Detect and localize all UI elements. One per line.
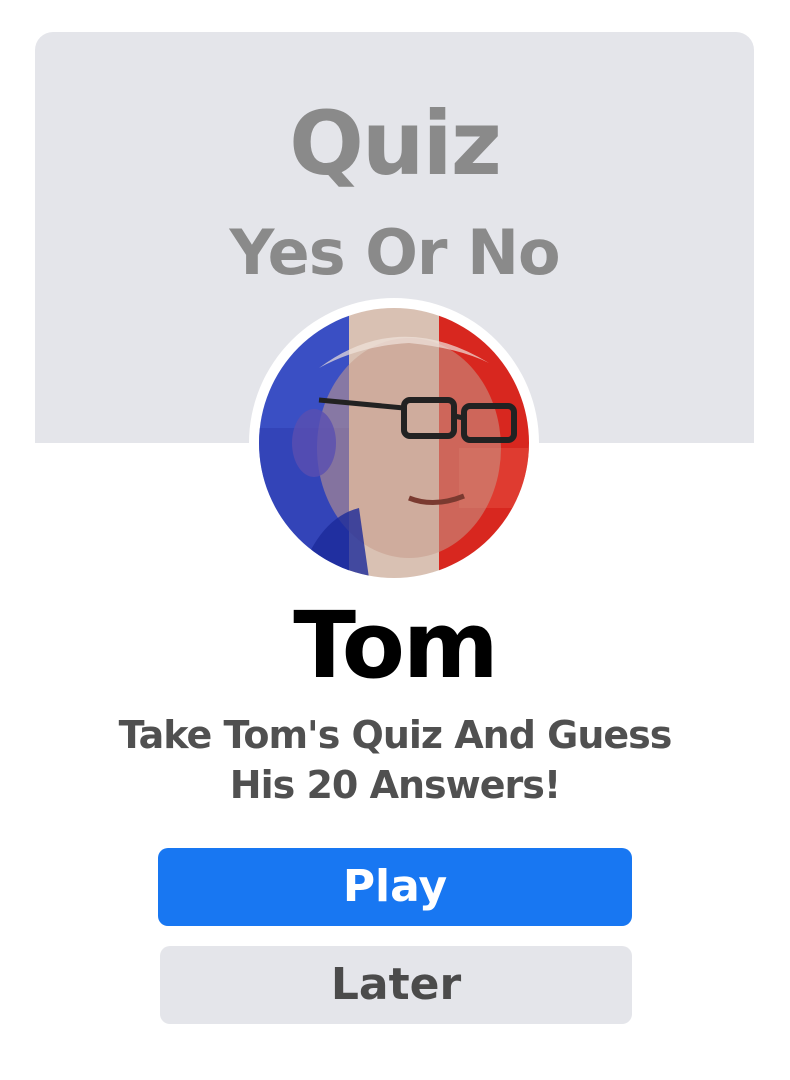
quiz-title: Quiz (289, 92, 502, 195)
avatar-frame (249, 298, 539, 588)
quiz-invite-card: Quiz Yes Or No Tom Take Tom's Quiz And G… (0, 0, 790, 1080)
invite-line-1: Take Tom's Quiz And Guess (118, 713, 673, 757)
avatar-photo-flag-overlay (259, 308, 529, 578)
quiz-subtitle: Yes Or No (229, 216, 560, 289)
later-button[interactable]: Later (160, 946, 632, 1024)
player-name: Tom (293, 592, 499, 699)
invite-line-2: His 20 Answers! (229, 763, 561, 807)
avatar (259, 308, 529, 578)
play-button[interactable]: Play (158, 848, 632, 926)
invite-message: Take Tom's Quiz And Guess His 20 Answers… (60, 710, 730, 810)
